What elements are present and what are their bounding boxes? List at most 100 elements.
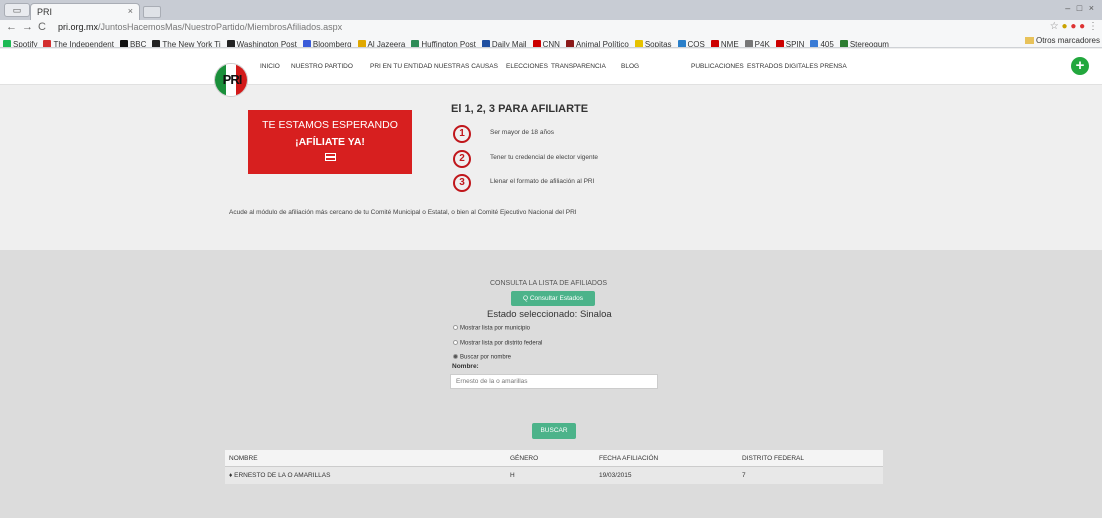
back-icon[interactable]: ← [6,20,17,34]
bookmark-item[interactable]: NME [708,38,742,47]
bookmark-item[interactable]: Al Jazeera [355,38,409,47]
option-label: Mostrar lista por distrito federal [460,340,543,347]
step-number: 3 [453,174,471,192]
bookmark-item[interactable]: Huffington Post [408,38,479,47]
cell-nombre: ♦ ERNESTO DE LA O AMARILLAS [229,472,331,479]
credit-card-icon [324,153,336,161]
affiliation-hero: TE ESTAMOS ESPERANDO ¡AFÍLIATE YA! El 1,… [0,86,1102,250]
site-navigation: + INICIO NUESTRO PARTIDO PRI EN TU ENTIDAD… [0,49,1102,85]
tab-close-icon[interactable]: × [128,6,133,16]
browser-tab[interactable]: PRI × [30,3,140,20]
bookmark-icon [302,40,311,47]
logo-text: PRI [222,72,243,87]
bookmark-item[interactable]: COS [675,38,708,47]
option-label: Mostrar lista por municipio [460,325,531,332]
affiliates-table: NOMBRE GÉNERO FECHA AFILIACIÓN DISTRITO … [225,450,883,484]
header-genero: GÉNERO [510,455,539,462]
nav-item[interactable]: PRENSA [820,63,847,70]
consulta-section: CONSULTA LA LISTA DE AFILIADOS Q Consult… [0,250,1102,518]
bookmark-icon [3,40,11,47]
bookmark-item[interactable]: Stereogum [837,38,892,47]
nav-item[interactable]: PUBLICACIONES [691,63,744,70]
header-nombre: NOMBRE [229,455,258,462]
bookmark-icon [43,40,52,47]
new-tab-button[interactable] [143,6,161,18]
bookmark-icon [565,40,574,47]
nav-item[interactable]: INICIO [260,63,280,70]
bookmark-item[interactable]: Washington Post [224,38,300,47]
nombre-input[interactable] [450,374,658,389]
nav-item[interactable]: NUESTRAS CAUSAS [434,63,498,70]
radio-button[interactable] [453,325,458,330]
bookmark-icon [226,40,235,47]
steps-title: El 1, 2, 3 PARA AFILIARTE [451,103,589,115]
menu-icon[interactable]: ⋮ [1088,21,1098,32]
url-field[interactable]: pri.org.mx/JuntosHacemosMas/NuestroParti… [58,21,342,33]
step-number: 2 [453,150,471,168]
bookmark-item[interactable]: P4K [742,38,773,47]
reload-icon[interactable]: C [38,20,46,34]
bookmark-item[interactable]: The New York Ti [149,38,223,47]
bookmark-item[interactable]: Daily Mail [479,38,530,47]
option-distrito[interactable]: Mostrar lista por distrito federal [453,340,542,347]
step-text: Llenar el formato de afiliación al PRI [490,178,595,185]
table-row[interactable]: ♦ ERNESTO DE LA O AMARILLAS H 19/03/2015… [225,467,883,484]
star-icon[interactable]: ☆ [1050,21,1059,32]
address-bar: ← → C pri.org.mx/JuntosHacemosMas/Nuestr… [0,20,1102,34]
nav-item[interactable]: ESTRADOS DIGITALES [747,63,818,70]
window-menu-icon[interactable]: ▭ [4,3,30,17]
bookmarks-bar: Spotify The Independent BBC The New York Ti… [0,34,1102,48]
bookmark-item[interactable]: CNN [530,38,563,47]
header-fecha: FECHA AFILIACIÓN [599,455,659,462]
bookmark-item[interactable]: SPIN [773,38,808,47]
bookmark-icon [411,40,420,47]
url-domain: pri.org.mx [58,22,99,32]
option-nombre[interactable]: Buscar por nombre [453,354,511,361]
buscar-button[interactable]: BUSCAR [532,423,576,439]
extension-icon[interactable]: ● [1062,21,1068,32]
extension-icon-2[interactable]: ● [1070,21,1076,32]
nav-item[interactable]: ELECCIONES [506,63,548,70]
consultar-estados-button[interactable]: Q Consultar Estados [511,291,595,306]
bookmark-item[interactable]: Sopitas [632,38,675,47]
bookmark-icon [481,40,490,47]
bookmark-item[interactable]: Bloomberg [300,38,355,47]
step-text: Tener tu credencial de elector vigente [490,154,599,161]
bookmark-icon [839,40,848,47]
cell-genero: H [510,472,515,479]
affiliation-note: Acude al módulo de afiliación más cercan… [229,209,577,216]
pri-logo[interactable]: PRI [214,63,248,97]
bookmark-item[interactable]: BBC [117,38,149,47]
forward-icon[interactable]: → [22,20,33,34]
extension-icon-3[interactable]: ● [1079,21,1085,32]
nav-item[interactable]: BLOG [621,63,639,70]
cell-fecha: 19/03/2015 [599,472,632,479]
nav-item[interactable]: NUESTRO PARTIDO [291,63,353,70]
radio-button-selected[interactable] [453,354,458,359]
other-bookmarks[interactable]: Otros marcadores [1024,36,1100,45]
nombre-label: Nombre: [452,363,479,370]
window-controls[interactable]: – □ × [1065,3,1096,13]
step-number: 1 [453,125,471,143]
cell-distrito: 7 [742,472,746,479]
affiliate-promo-banner[interactable]: TE ESTAMOS ESPERANDO ¡AFÍLIATE YA! [248,110,412,174]
option-label: Buscar por nombre [460,354,512,361]
bookmark-icon [532,40,541,47]
page: + INICIO NUESTRO PARTIDO PRI EN TU ENTIDAD… [0,49,1102,518]
bookmark-item[interactable]: 405 [807,38,836,47]
header-distrito: DISTRITO FEDERAL [742,455,805,462]
browser-tab-bar: ▭ PRI × – □ × [0,0,1102,20]
bookmark-icon [710,40,719,47]
tab-title: PRI [37,7,53,17]
option-municipio[interactable]: Mostrar lista por municipio [453,325,530,332]
bookmark-item[interactable]: Animal Político [563,38,632,47]
table-header: NOMBRE GÉNERO FECHA AFILIACIÓN DISTRITO … [225,450,883,467]
bookmark-item[interactable]: Spotify [0,38,40,47]
radio-button[interactable] [453,340,458,345]
add-icon[interactable]: + [1071,57,1089,75]
bookmark-item[interactable]: The Independent [40,38,117,47]
step-text: Ser mayor de 18 años [490,129,554,136]
nav-item[interactable]: PRI EN TU ENTIDAD [370,63,432,70]
url-path: /JuntosHacemosMas/NuestroPartido/Miembro… [98,22,343,32]
nav-item[interactable]: TRANSPARENCIA [551,63,606,70]
